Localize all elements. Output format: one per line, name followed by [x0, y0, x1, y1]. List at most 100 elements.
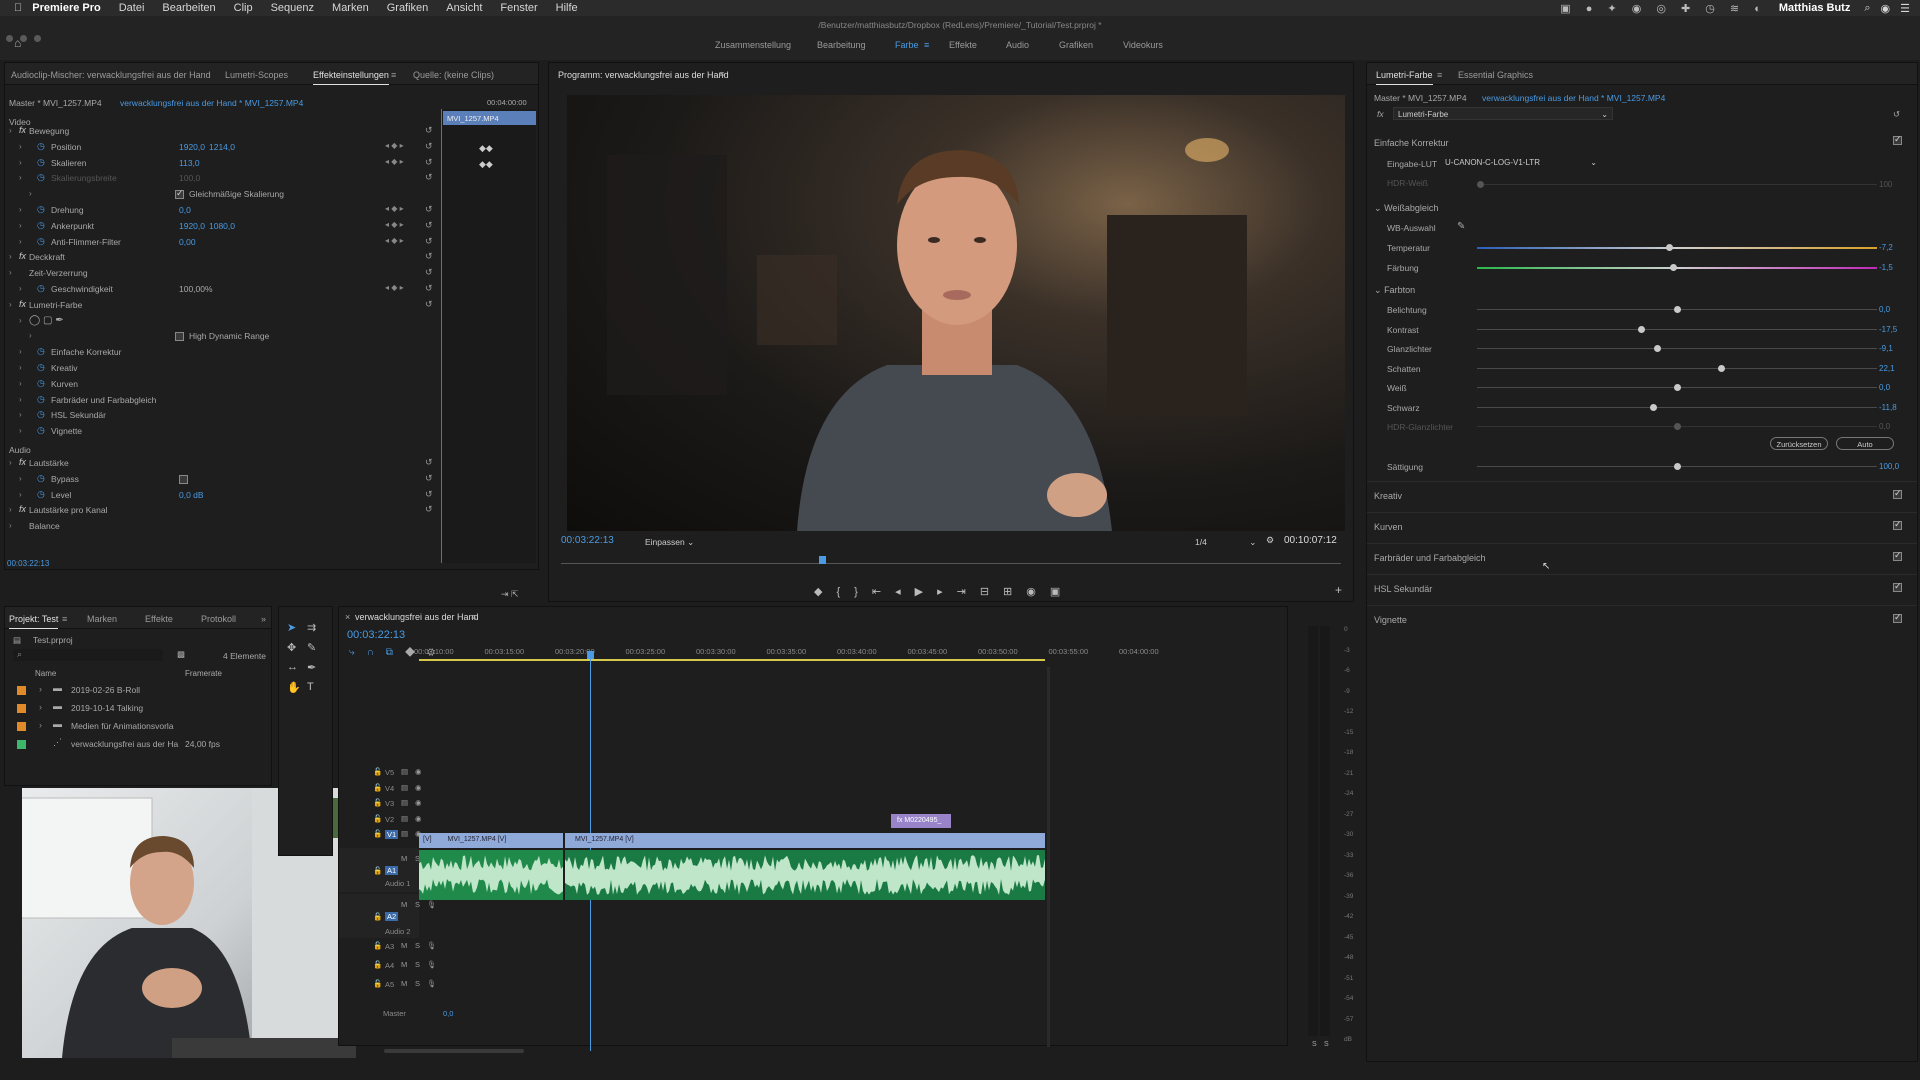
- reset-icon[interactable]: ↺: [425, 125, 433, 136]
- workspace-grafiken[interactable]: Grafiken: [1059, 40, 1093, 50]
- comparison-icon[interactable]: ▣: [1050, 586, 1074, 598]
- hdr-white-value[interactable]: 100: [1879, 180, 1892, 189]
- sync-lock-icon[interactable]: ▤: [401, 798, 408, 807]
- slider-knob[interactable]: [1670, 263, 1677, 271]
- chevron-right-icon[interactable]: ›: [19, 474, 22, 483]
- audio-effect-row[interactable]: › ◷ Level 0,0 dB ↺: [5, 489, 441, 503]
- workspace-menu-icon[interactable]: ≡: [924, 40, 929, 50]
- lut-select[interactable]: U-CANON-C-LOG-V1-LTR ⌄: [1441, 157, 1601, 169]
- slider-knob[interactable]: [1674, 306, 1681, 313]
- fx-icon[interactable]: fx: [19, 457, 26, 467]
- search-icon[interactable]: ⌕: [1864, 2, 1870, 15]
- adjustment-slider[interactable]: [1477, 423, 1877, 430]
- program-menu-icon[interactable]: ≡: [719, 69, 724, 79]
- fx-icon[interactable]: fx: [19, 125, 26, 135]
- column-name-header[interactable]: Name: [35, 669, 56, 678]
- chevron-right-icon[interactable]: ›: [19, 379, 22, 388]
- video-track-header[interactable]: 🔓 V5 ▤ ◉: [339, 764, 422, 780]
- eye-icon[interactable]: ◉: [415, 783, 422, 792]
- tab-essential-graphics[interactable]: Essential Graphics: [1458, 70, 1533, 80]
- chevron-right-icon[interactable]: ›: [19, 316, 22, 325]
- chevron-right-icon[interactable]: ›: [19, 142, 22, 151]
- section-weissabgleich[interactable]: ⌄ Weißabgleich: [1374, 203, 1438, 214]
- chevron-right-icon[interactable]: ›: [29, 331, 32, 340]
- status-icons[interactable]: ▣ ● ✦ ◉ ◎ ✚ ◷ ≋ ◐: [1560, 2, 1767, 15]
- lock-icon[interactable]: 🔓: [373, 783, 382, 792]
- program-playhead[interactable]: [819, 556, 826, 564]
- video-track-header[interactable]: 🔓 V2 ▤ ◉: [339, 811, 422, 827]
- apple-icon[interactable]: : [14, 2, 22, 14]
- snap-icon[interactable]: ∩: [367, 647, 386, 658]
- track-name[interactable]: V1: [385, 830, 399, 839]
- keyframe-nav-icon[interactable]: ◂ ◆ ▸: [385, 283, 404, 292]
- reset-icon[interactable]: ↺: [425, 267, 433, 278]
- go-to-out-icon[interactable]: ⇥: [957, 586, 980, 598]
- adjustment-slider[interactable]: [1477, 325, 1877, 333]
- effect-row[interactable]: › fx Lumetri-Farbe ↺: [5, 299, 441, 313]
- reset-icon[interactable]: ↺: [425, 157, 433, 168]
- effect-row[interactable]: › ◷ Farbräder und Farbabgleich: [5, 394, 441, 408]
- section-enable-checkbox[interactable]: [1893, 550, 1902, 561]
- audio-effect-row[interactable]: › fx Lautstärke ↺: [5, 457, 441, 471]
- bypass-checkbox[interactable]: [179, 474, 188, 484]
- keyframe-diamond-icon[interactable]: ◆◆: [479, 143, 493, 154]
- audio-clip-b[interactable]: [565, 850, 1045, 900]
- project-list-item[interactable]: › ▬ 2019-02-26 B-Roll: [5, 683, 271, 699]
- audio-1-label[interactable]: Audio 1: [385, 879, 410, 888]
- menu-fenster[interactable]: Fenster: [500, 2, 537, 14]
- chevron-right-icon[interactable]: ›: [19, 158, 22, 167]
- audio-track-header[interactable]: 🔓 A3 M S 🎙: [339, 938, 437, 954]
- workspace-effekte[interactable]: Effekte: [949, 40, 977, 50]
- adjustment-slider[interactable]: [1477, 403, 1877, 411]
- audio-2-label[interactable]: Audio 2: [385, 927, 410, 936]
- lock-icon[interactable]: 🔓: [373, 767, 382, 776]
- audio-track-header[interactable]: 🔓 A4 M S 🎙: [339, 957, 437, 973]
- effect-value[interactable]: 100,00%: [179, 284, 213, 294]
- clip-v2[interactable]: fx M0220495_: [891, 814, 951, 828]
- lock-icon[interactable]: 🔓: [373, 814, 382, 823]
- lumetri-section-header[interactable]: HSL Sekundär: [1374, 584, 1432, 594]
- fx-icon[interactable]: fx: [19, 299, 26, 309]
- basic-enable-checkbox[interactable]: [1893, 134, 1902, 145]
- control-center-icon[interactable]: ☰: [1900, 2, 1910, 15]
- adjustment-slider[interactable]: [1477, 244, 1877, 251]
- track-name[interactable]: A3: [385, 942, 394, 951]
- menu-marken[interactable]: Marken: [332, 2, 369, 14]
- timeline-hscroll[interactable]: [384, 1049, 524, 1053]
- chevron-right-icon[interactable]: ›: [19, 395, 22, 404]
- lumetri-section-header[interactable]: Farbräder und Farbabgleich: [1374, 553, 1486, 563]
- slider-knob[interactable]: [1674, 384, 1681, 391]
- stopwatch-icon[interactable]: ◷: [37, 204, 45, 215]
- effect-row[interactable]: › High Dynamic Range: [5, 330, 441, 344]
- fx-icon[interactable]: fx: [19, 251, 26, 261]
- effect-row[interactable]: › ◷ Kurven: [5, 378, 441, 392]
- effect-row[interactable]: › ◷ Einfache Korrektur: [5, 346, 441, 360]
- workspace-videokurs[interactable]: Videokurs: [1123, 40, 1163, 50]
- ripple-edit-tool-icon[interactable]: ✥: [287, 641, 296, 654]
- effect-row[interactable]: › ◷ Kreativ: [5, 362, 441, 376]
- audio-effect-row[interactable]: › ◷ Bypass ↺: [5, 473, 441, 487]
- solo-button[interactable]: S: [415, 960, 420, 969]
- effect-row[interactable]: › ◷ Vignette: [5, 425, 441, 439]
- menu-clip[interactable]: Clip: [234, 2, 253, 14]
- stopwatch-icon[interactable]: ◷: [37, 157, 45, 168]
- keyframe-nav-icon[interactable]: ◂ ◆ ▸: [385, 157, 404, 166]
- slider-value[interactable]: -11,8: [1879, 403, 1897, 412]
- checkbox[interactable]: [175, 332, 184, 342]
- effect-row[interactable]: › fx Bewegung ↺: [5, 125, 441, 139]
- stopwatch-icon[interactable]: ◷: [37, 473, 45, 484]
- workspace-bearbeitung[interactable]: Bearbeitung: [817, 40, 866, 50]
- effect-value[interactable]: 1920,0: [179, 221, 205, 231]
- tab-lumetri-farbe[interactable]: Lumetri-Farbe: [1376, 70, 1433, 85]
- tab-marken[interactable]: Marken: [87, 614, 117, 624]
- project-search-input[interactable]: ⌕: [13, 649, 163, 661]
- razor-tool-icon[interactable]: ✎: [307, 641, 316, 654]
- chevron-right-icon[interactable]: ›: [29, 189, 32, 198]
- track-name[interactable]: V4: [385, 784, 394, 793]
- eye-icon[interactable]: ◉: [415, 814, 422, 823]
- reset-icon[interactable]: ↺: [425, 220, 433, 231]
- video-track-header[interactable]: 🔓 V4 ▤ ◉: [339, 780, 422, 796]
- slider-value[interactable]: 0,0: [1879, 422, 1890, 431]
- audio-clip-a[interactable]: [419, 850, 563, 900]
- stopwatch-icon[interactable]: ◷: [37, 394, 45, 405]
